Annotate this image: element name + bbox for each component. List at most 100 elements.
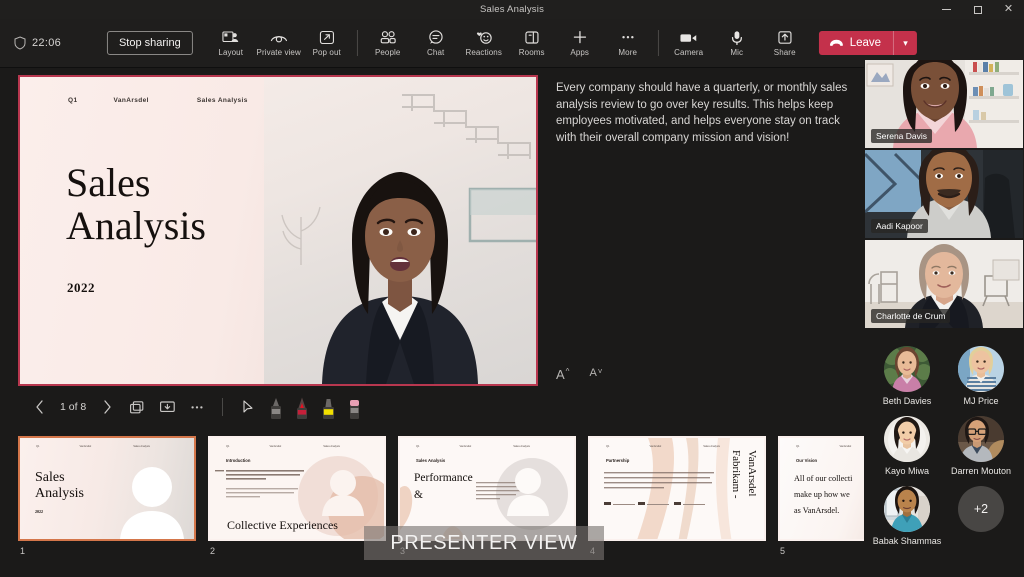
presenter-video-feed	[264, 77, 536, 384]
present-in-window-icon[interactable]	[152, 393, 182, 421]
current-slide-frame[interactable]: Q1 VanArsdel Sales Analysis Sales Analys…	[18, 75, 538, 386]
thumbnail-2-header-1: VanArsdel	[269, 445, 282, 448]
red-pen-icon[interactable]	[291, 394, 313, 420]
slide-controls-divider	[222, 398, 224, 416]
toolbar-label-rooms: Rooms	[518, 48, 545, 57]
thumbnail-1-avatar-placeholder	[120, 467, 184, 539]
teams-presenter-view-window: Sales Analysis ✕ 22:06 Stop sharing Layo…	[0, 0, 1024, 577]
layout-icon	[222, 29, 239, 46]
current-slide: Q1 VanArsdel Sales Analysis Sales Analys…	[20, 77, 536, 384]
thumbnail-4-header-1: VanArsdel	[649, 445, 662, 448]
thumbnail-5-header-0: Q1	[796, 445, 800, 448]
video-tile-aadi-kapoor[interactable]: Aadi Kapoor	[865, 150, 1023, 238]
participant-beth-davies[interactable]: Beth Davies	[883, 346, 931, 406]
next-slide-button[interactable]	[92, 393, 122, 421]
toolbar-item-share[interactable]: Share	[761, 22, 809, 64]
video-tile-serena-davis[interactable]: Serena Davis	[865, 60, 1023, 148]
all-slides-grid-icon[interactable]	[122, 393, 152, 421]
laser-pointer-icon[interactable]	[233, 393, 263, 421]
toolbar-item-rooms[interactable]: Rooms	[508, 22, 556, 64]
ellipsis-icon	[620, 29, 636, 46]
toolbar-label-reactions: Reactions	[465, 48, 502, 57]
participant-mj-price[interactable]: MJ Price	[958, 346, 1004, 406]
toolbar-item-reactions[interactable]: Reactions	[460, 22, 508, 64]
pop-out-icon	[319, 29, 335, 46]
leave-button-group[interactable]: Leave ▾	[818, 31, 918, 55]
avatar-darren-mouton	[958, 416, 1004, 462]
video-tile-name-aadi-kapoor: Aadi Kapoor	[871, 219, 928, 233]
thumbnail-2-avatar-placeholder	[322, 470, 364, 516]
thumbnail-2-label-mark	[215, 470, 224, 472]
black-pen-icon[interactable]	[265, 394, 287, 420]
thumbnail-1-title-line2: Analysis	[35, 486, 84, 502]
thumbnail-5-kicker: Our Vision	[796, 458, 818, 463]
participant-babak-shammas[interactable]: Babak Shammas	[872, 486, 942, 546]
toolbar-item-camera[interactable]: Camera	[665, 22, 713, 64]
maximize-icon[interactable]	[962, 0, 993, 19]
toolbar-item-chat[interactable]: Chat	[412, 22, 460, 64]
participants-rail: Serena Davis Aadi Kapoor Charlotte de Cr…	[864, 60, 1024, 577]
participant-avatar-grid: Beth Davies MJ Price Kayo Miwa Darren Mo…	[864, 338, 1024, 554]
participant-name-babak-shammas: Babak Shammas	[872, 536, 942, 546]
thumbnail-number-2: 2	[210, 546, 216, 556]
toolbar-divider-2	[657, 30, 659, 56]
thumbnail-3-title-line2: &	[414, 488, 423, 501]
minimize-icon[interactable]	[931, 0, 962, 19]
increase-font-size-button[interactable]: A ^	[552, 365, 573, 384]
participant-name-mj-price: MJ Price	[963, 396, 999, 406]
video-tile-name-serena-davis: Serena Davis	[871, 129, 933, 143]
participant-overflow[interactable]: +2	[958, 486, 1004, 546]
slide-thumbnail-4[interactable]: Q1 VanArsdel Sales Analysis Partnership …	[588, 436, 766, 541]
thumbnail-3-header-1: VanArsdel	[459, 445, 472, 448]
overflow-count-badge: +2	[958, 486, 1004, 532]
toolbar-item-apps[interactable]: Apps	[556, 22, 604, 64]
decrease-font-size-button[interactable]: A ˅	[585, 365, 606, 384]
thumbnail-2-header-0: Q1	[226, 445, 230, 448]
thumbnail-3-kicker: Sales Analysis	[416, 458, 446, 463]
participant-name-kayo-miwa: Kayo Miwa	[884, 466, 929, 476]
thumbnail-2-body-lines	[226, 470, 304, 498]
close-icon[interactable]: ✕	[993, 0, 1024, 19]
thumbnail-wrap-5: Q1 VanArsdel Our Vision All of our colle…	[778, 436, 864, 556]
share-icon	[777, 29, 793, 46]
toolbar-item-pop-out[interactable]: Pop out	[303, 22, 351, 64]
toolbar-label-apps: Apps	[570, 48, 590, 57]
thumbnail-wrap-4: Q1 VanArsdel Sales Analysis Partnership …	[588, 436, 766, 556]
yellow-highlighter-icon[interactable]	[317, 394, 339, 420]
thumbnail-number-4: 4	[590, 546, 766, 556]
leave-button[interactable]: Leave	[819, 31, 893, 55]
toolbar-item-mic[interactable]: Mic	[713, 22, 761, 64]
slide-counter: 1 of 8	[60, 401, 87, 413]
slide-year: 2022	[67, 280, 95, 295]
slide-thumbnail-2[interactable]: Q1 VanArsdel Sales Analysis Introduction…	[208, 436, 386, 541]
slide-thumbnail-5[interactable]: Q1 VanArsdel Our Vision All of our colle…	[778, 436, 864, 541]
toolbar-item-more[interactable]: More	[604, 22, 652, 64]
participant-darren-mouton[interactable]: Darren Mouton	[951, 416, 1011, 476]
toolbar-item-people[interactable]: People	[364, 22, 412, 64]
toolbar-item-private-view[interactable]: Private view	[255, 22, 303, 64]
thumbnail-number-1: 1	[20, 546, 26, 556]
notes-font-size-controls: A ^ A ˅	[552, 365, 606, 384]
toolbar-item-layout[interactable]: Layout	[207, 22, 255, 64]
caret-up-icon: ^	[565, 367, 570, 376]
video-tile-charlotte-de-crum[interactable]: Charlotte de Crum	[865, 240, 1023, 328]
thumbnail-number-5: 5	[780, 546, 786, 556]
toolbar-label-chat: Chat	[427, 48, 445, 57]
slide-title: Sales Analysis	[66, 161, 206, 248]
thumbnail-2-header: Q1 VanArsdel Sales Analysis	[210, 445, 384, 448]
thumbnail-wrap-2: Q1 VanArsdel Sales Analysis Introduction…	[208, 436, 386, 556]
leave-dropdown-chevron-down-icon[interactable]: ▾	[893, 31, 917, 55]
increase-font-size-label: A	[556, 367, 565, 382]
title-bar: Sales Analysis ✕	[0, 0, 1024, 19]
eraser-icon[interactable]	[343, 394, 365, 420]
participant-kayo-miwa[interactable]: Kayo Miwa	[884, 416, 930, 476]
slide-filmstrip[interactable]: Q1 VanArsdel Sales Analysis Sales Analys…	[0, 428, 864, 577]
slide-more-options-ellipsis-icon[interactable]	[182, 393, 212, 421]
previous-slide-button[interactable]	[24, 393, 54, 421]
stop-sharing-button[interactable]: Stop sharing	[106, 31, 193, 55]
presenter-view-watermark: PRESENTER VIEW	[364, 526, 604, 560]
thumbnail-3-header-0: Q1	[416, 445, 420, 448]
slide-thumbnail-1[interactable]: Q1 VanArsdel Sales Analysis Sales Analys…	[18, 436, 196, 541]
eye-icon	[270, 29, 288, 46]
thumbnail-4-body-lines	[604, 472, 714, 505]
